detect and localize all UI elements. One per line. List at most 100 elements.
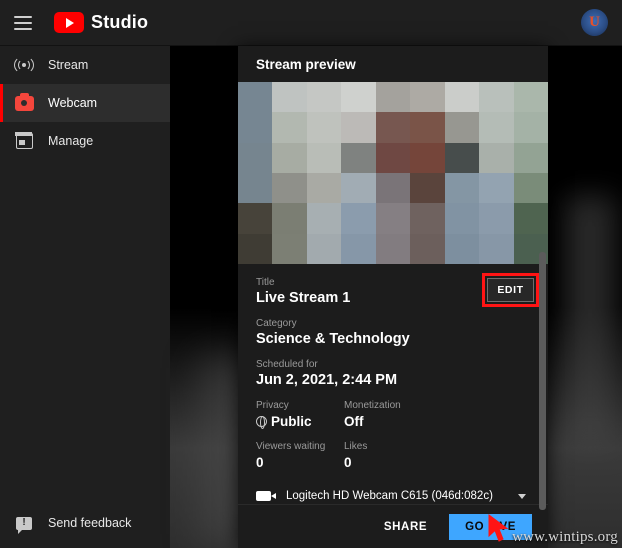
hamburger-menu-icon[interactable] bbox=[14, 15, 32, 30]
preview-pixel bbox=[375, 112, 411, 143]
app-title: Studio bbox=[91, 12, 149, 32]
preview-pixel bbox=[375, 203, 411, 234]
preview-pixel bbox=[238, 142, 273, 173]
preview-pixel bbox=[479, 112, 514, 143]
send-feedback-label: Send feedback bbox=[48, 516, 132, 530]
preview-pixel bbox=[444, 233, 480, 264]
preview-pixel bbox=[479, 82, 514, 113]
preview-pixel bbox=[513, 173, 548, 204]
category-label: Category bbox=[256, 318, 297, 329]
viewers-waiting-label: Viewers waiting bbox=[256, 441, 326, 452]
monetization-field: Monetization Off bbox=[344, 399, 432, 431]
privacy-field: Privacy Public bbox=[256, 399, 344, 431]
preview-pixel bbox=[238, 203, 273, 234]
preview-pixel bbox=[410, 233, 445, 264]
preview-pixel bbox=[444, 203, 480, 234]
share-button[interactable]: SHARE bbox=[376, 515, 435, 539]
preview-pixel bbox=[444, 173, 480, 204]
preview-pixel bbox=[272, 203, 307, 234]
youtube-logo-icon bbox=[54, 12, 84, 33]
privacy-value: Public bbox=[271, 414, 312, 429]
sidebar-item-label: Webcam bbox=[48, 96, 98, 110]
sidebar-item-manage[interactable]: Manage bbox=[0, 122, 170, 160]
stream-preview-video[interactable] bbox=[238, 82, 548, 264]
preview-pixel bbox=[375, 173, 411, 204]
preview-pixel bbox=[375, 233, 411, 264]
preview-pixel bbox=[306, 173, 342, 204]
stream-preview-dialog: Stream preview EDIT Title Live Stream 1 … bbox=[238, 46, 548, 548]
chevron-down-icon bbox=[514, 493, 530, 499]
likes-value: 0 bbox=[344, 455, 352, 470]
preview-pixel bbox=[238, 233, 273, 264]
preview-pixel bbox=[410, 203, 445, 234]
avatar-initial: U bbox=[589, 14, 600, 30]
preview-frame bbox=[238, 82, 548, 264]
top-bar: Studio U bbox=[0, 0, 622, 46]
feedback-icon: ! bbox=[0, 516, 48, 534]
edit-button[interactable]: EDIT bbox=[487, 278, 534, 302]
sidebar-item-stream[interactable]: Stream bbox=[0, 46, 170, 84]
edit-button-highlight: EDIT bbox=[482, 273, 539, 307]
preview-pixel bbox=[272, 233, 307, 264]
preview-pixel bbox=[272, 112, 307, 143]
likes-field: Likes 0 bbox=[344, 440, 432, 472]
preview-pixel bbox=[410, 112, 445, 143]
sidebar-item-webcam[interactable]: Webcam bbox=[0, 84, 170, 122]
preview-pixel bbox=[341, 142, 376, 173]
preview-pixel bbox=[410, 82, 445, 113]
preview-pixel bbox=[513, 112, 548, 143]
monetization-label: Monetization bbox=[344, 400, 401, 411]
preview-pixel bbox=[513, 82, 548, 113]
preview-pixel bbox=[479, 203, 514, 234]
preview-pixel bbox=[238, 173, 273, 204]
preview-pixel bbox=[375, 82, 411, 113]
send-feedback-button[interactable]: ! Send feedback bbox=[0, 506, 170, 540]
sidebar-item-label: Manage bbox=[48, 134, 94, 148]
preview-pixel bbox=[272, 142, 307, 173]
webcam-icon bbox=[0, 93, 48, 111]
preview-pixel bbox=[238, 82, 273, 113]
preview-pixel bbox=[272, 82, 307, 113]
privacy-label: Privacy bbox=[256, 400, 289, 411]
preview-pixel bbox=[306, 233, 342, 264]
preview-pixel bbox=[444, 112, 480, 143]
scheduled-label: Scheduled for bbox=[256, 359, 318, 370]
preview-pixel bbox=[341, 82, 376, 113]
sidebar-item-label: Stream bbox=[48, 58, 89, 72]
preview-pixel bbox=[341, 203, 376, 234]
preview-pixel bbox=[272, 173, 307, 204]
preview-pixel bbox=[306, 142, 342, 173]
category-field: Category Science & Technology bbox=[256, 317, 530, 349]
camera-select[interactable]: Logitech HD Webcam C615 (046d:082c) bbox=[256, 481, 530, 504]
camera-select-value: Logitech HD Webcam C615 (046d:082c) bbox=[286, 490, 493, 502]
likes-label: Likes bbox=[344, 441, 368, 452]
preview-pixel bbox=[513, 142, 548, 173]
account-avatar[interactable]: U bbox=[581, 9, 608, 36]
avatar-image: U bbox=[581, 9, 608, 36]
preview-pixel bbox=[444, 142, 480, 173]
category-value: Science & Technology bbox=[256, 331, 410, 347]
globe-icon bbox=[256, 415, 267, 429]
camera-icon bbox=[256, 491, 286, 501]
watermark: www.wintips.org bbox=[512, 529, 618, 545]
preview-pixel bbox=[306, 203, 342, 234]
privacy-value-wrap: Public bbox=[256, 412, 344, 431]
viewers-waiting-field: Viewers waiting 0 bbox=[256, 440, 344, 472]
viewers-likes-row: Viewers waiting 0 Likes 0 bbox=[256, 440, 530, 472]
preview-pixel bbox=[479, 233, 514, 264]
preview-pixel bbox=[306, 112, 342, 143]
preview-pixel bbox=[444, 82, 480, 113]
preview-pixel bbox=[410, 173, 445, 204]
scheduled-value: Jun 2, 2021, 2:44 PM bbox=[256, 372, 398, 388]
dialog-title: Stream preview bbox=[238, 46, 548, 82]
preview-pixel bbox=[341, 173, 376, 204]
preview-pixel bbox=[341, 112, 376, 143]
viewers-waiting-value: 0 bbox=[256, 455, 264, 470]
dialog-footer: SHARE GO LIVE bbox=[238, 504, 548, 548]
studio-logo[interactable]: Studio bbox=[54, 12, 148, 33]
privacy-monetization-row: Privacy Public Monetization Off bbox=[256, 399, 530, 431]
preview-pixel bbox=[479, 173, 514, 204]
dialog-scrollbar[interactable] bbox=[539, 252, 546, 510]
youtube-studio-webcam-screen: Studio U Stream Webcam Manage ! Send fee… bbox=[0, 0, 622, 548]
preview-pixel bbox=[410, 142, 445, 173]
